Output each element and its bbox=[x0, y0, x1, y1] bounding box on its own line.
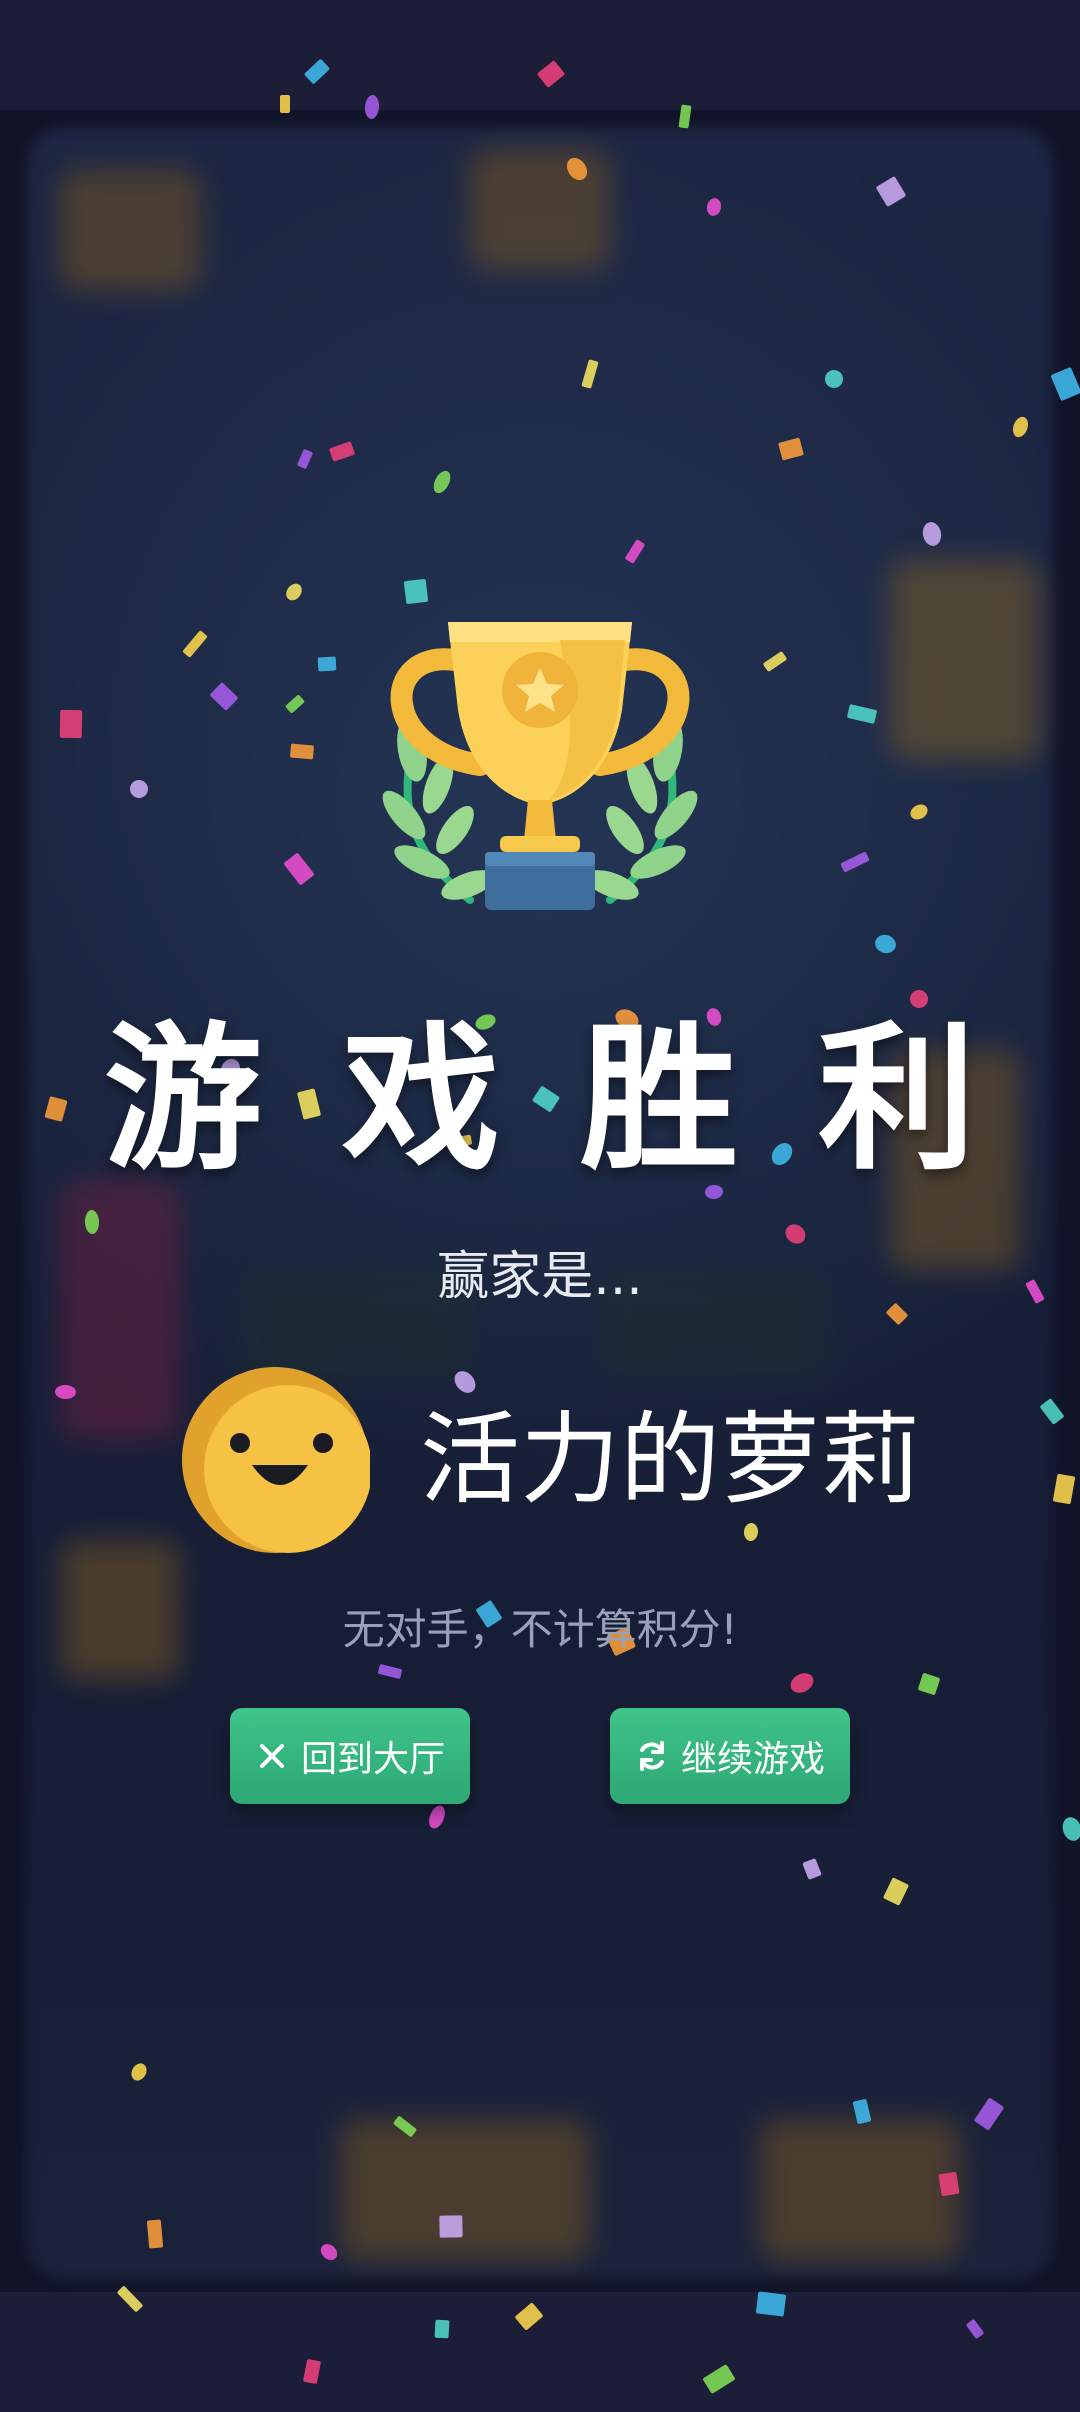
victory-screen: 游戏胜利 赢家是... 活力的萝莉 无对手，不计算积分! 回到大厅 继续游戏 bbox=[0, 0, 1080, 2412]
winner-label: 赢家是... bbox=[437, 1247, 643, 1307]
dim-overlay bbox=[0, 0, 1080, 2412]
back-to-lobby-label: 回到大厅 bbox=[300, 1739, 445, 1780]
close-icon bbox=[259, 1744, 284, 1768]
back-to-lobby-button[interactable]: 回到大厅 bbox=[230, 1708, 470, 1804]
bottom-bar bbox=[0, 2292, 1080, 2412]
confetti-piece bbox=[434, 2319, 450, 2339]
confetti-piece bbox=[755, 2291, 787, 2317]
winner-name: 活力的萝莉 bbox=[420, 1401, 920, 1518]
winner-row: 活力的萝莉 bbox=[180, 1365, 940, 1555]
confetti-piece bbox=[280, 95, 290, 113]
confetti-piece bbox=[439, 2215, 463, 2238]
score-note: 无对手，不计算积分! bbox=[342, 1605, 738, 1654]
confetti-piece bbox=[317, 656, 337, 672]
confetti-piece bbox=[938, 2171, 960, 2197]
confetti-piece bbox=[289, 743, 315, 760]
confetti-piece bbox=[59, 709, 83, 739]
trophy-icon bbox=[382, 622, 698, 910]
smiley-face-icon bbox=[182, 1367, 370, 1553]
continue-game-label: 继续游戏 bbox=[680, 1739, 825, 1780]
refresh-icon bbox=[639, 1741, 664, 1771]
victory-title: 游戏胜利 bbox=[104, 1008, 1056, 1192]
top-bar bbox=[0, 0, 1080, 110]
continue-game-button[interactable]: 继续游戏 bbox=[610, 1708, 850, 1804]
confetti-piece bbox=[146, 2219, 164, 2249]
